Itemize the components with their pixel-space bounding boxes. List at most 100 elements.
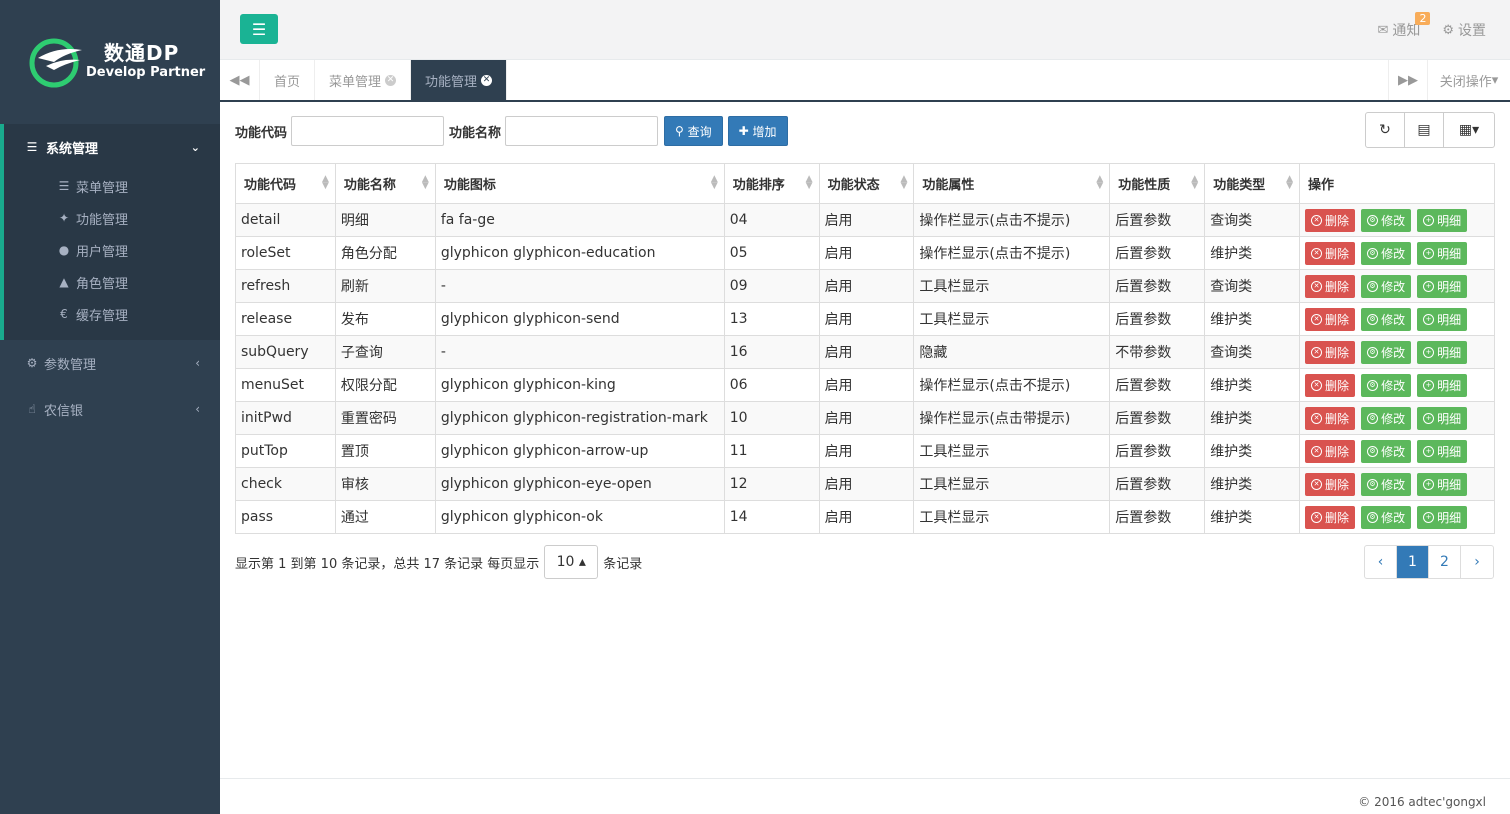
column-header[interactable]: 功能状态 ▲ ▼ (818, 163, 915, 204)
remove-circle-icon: ✕ (1311, 214, 1323, 226)
delete-button[interactable]: ✕ 删除 (1305, 208, 1356, 232)
table-header-row: 功能代码 ▲ ▼ 功能名称 ▲ ▼ 功能图标 ▲ ▼ 功能排序 ▲ ▼ 功能状态 ▲ ▼ 功能属性 ▲… (235, 163, 1495, 204)
nav-params-management[interactable]: ⚙ 参数管理 ‹ (0, 340, 220, 386)
refresh-button[interactable]: ↻ (1366, 113, 1405, 147)
table-cell: 12 (723, 467, 820, 501)
table-cell: fa fa-ge (434, 203, 725, 237)
table-row[interactable]: refresh 刷新 -09 启用 工具栏显示 后置参数 查询类 ✕ 删除 ⚙ 修改 + 明细 (235, 269, 1495, 303)
menu-toggle-button[interactable]: ☰ (240, 14, 278, 44)
delete-button[interactable]: ✕ 删除 (1305, 340, 1356, 364)
table-cell: 后置参数 (1109, 302, 1206, 336)
delete-button[interactable]: ✕ 删除 (1305, 505, 1356, 529)
delete-button[interactable]: ✕ 删除 (1305, 439, 1356, 463)
list-alt-icon: ▤ (1417, 122, 1431, 138)
table-cell: 05 (723, 236, 820, 270)
detail-button[interactable]: + 明细 (1417, 274, 1468, 298)
page-button-2[interactable]: 2 (1429, 546, 1461, 578)
column-header[interactable]: 功能名称 ▲ ▼ (334, 163, 436, 204)
table-cell: 09 (723, 269, 820, 303)
edit-button[interactable]: ⚙ 修改 (1361, 406, 1412, 430)
column-header[interactable]: 功能图标 ▲ ▼ (434, 163, 725, 204)
table-cell: menuSet (235, 368, 336, 402)
function-code-input[interactable] (291, 116, 445, 146)
column-header[interactable]: 功能类型 ▲ ▼ (1204, 163, 1301, 204)
tab-home[interactable]: 首页 (260, 60, 316, 100)
table-row[interactable]: pass 通过 glyphicon glyphicon-ok 14 启用 工具栏显示 后置参… (235, 500, 1495, 534)
page-prev-button[interactable]: ‹ (1365, 546, 1397, 578)
nav-nongxin[interactable]: ☝ 农信银 ‹ (0, 386, 220, 432)
close-operations-dropdown[interactable]: 关闭操作 ▾ (1428, 60, 1510, 100)
detail-button[interactable]: + 明细 (1417, 241, 1468, 265)
tabs-scroll-left-button[interactable]: ◀◀ (220, 60, 260, 100)
delete-button[interactable]: ✕ 删除 (1305, 241, 1356, 265)
tab-function-management[interactable]: 功能管理 ✕ (411, 60, 508, 100)
close-icon[interactable]: ✕ (385, 74, 397, 86)
delete-button[interactable]: ✕ 删除 (1305, 307, 1356, 331)
gear-icon: ⚙ (1367, 478, 1379, 490)
column-header[interactable]: 功能排序 ▲ ▼ (723, 163, 820, 204)
row-actions: ✕ 删除 ⚙ 修改 + 明细 (1299, 500, 1495, 534)
detail-button[interactable]: + 明细 (1417, 307, 1468, 331)
table-row[interactable]: menuSet 权限分配 glyphicon glyphicon-king 06 启用操… (235, 368, 1495, 402)
sidebar-item-role[interactable]: ▲ 角色管理 (4, 266, 220, 298)
toggle-view-button[interactable]: ▤ (1405, 113, 1444, 147)
edit-button[interactable]: ⚙ 修改 (1361, 241, 1412, 265)
settings-link[interactable]: ⚙ 设置 (1442, 20, 1486, 40)
table-cell: 审核 (334, 467, 436, 501)
edit-button[interactable]: ⚙ 修改 (1361, 307, 1412, 331)
detail-button[interactable]: + 明细 (1417, 208, 1468, 232)
table-row[interactable]: initPwd 重置密码 glyphicon glyphicon-registrat… (235, 401, 1495, 435)
table-cell: 权限分配 (334, 368, 436, 402)
sidebar-item-cache[interactable]: € 缓存管理 (4, 298, 220, 330)
tabs-bar: ◀◀ 首页 菜单管理 ✕ 功能管理 ✕ ▶▶ 关闭操作 ▾ (220, 60, 1510, 102)
columns-dropdown-button[interactable]: ▦▾ (1444, 113, 1494, 147)
table-row[interactable]: release 发布 glyphicon glyphicon-send 13 启用 工具栏… (235, 302, 1495, 336)
detail-button-label: 明细 (1437, 510, 1462, 525)
column-header[interactable]: 功能属性 ▲ ▼ (913, 163, 1111, 204)
delete-button[interactable]: ✕ 删除 (1305, 472, 1356, 496)
detail-button[interactable]: + 明细 (1417, 340, 1468, 364)
delete-button[interactable]: ✕ 删除 (1305, 406, 1356, 430)
detail-button[interactable]: + 明细 (1417, 406, 1468, 430)
edit-button[interactable]: ⚙ 修改 (1361, 208, 1412, 232)
edit-button[interactable]: ⚙ 修改 (1361, 439, 1412, 463)
nav-system-management[interactable]: ☰ 系统管理 ⌄ (4, 124, 220, 170)
column-header[interactable]: 功能代码 ▲ ▼ (235, 163, 336, 204)
page-button-1[interactable]: 1 (1397, 546, 1429, 578)
page-size-value: 10 (556, 554, 575, 570)
edit-button[interactable]: ⚙ 修改 (1361, 472, 1412, 496)
tab-menu-management[interactable]: 菜单管理 ✕ (315, 60, 412, 100)
detail-button[interactable]: + 明细 (1417, 373, 1468, 397)
edit-button[interactable]: ⚙ 修改 (1361, 340, 1412, 364)
detail-button[interactable]: + 明细 (1417, 439, 1468, 463)
edit-button-label: 修改 (1381, 510, 1406, 525)
sidebar-item-function[interactable]: ✦ 功能管理 (4, 202, 220, 234)
detail-button[interactable]: + 明细 (1417, 472, 1468, 496)
table-row[interactable]: detail 明细 fa fa-ge 04 启用 操作栏显示(点击不提示) 后置参数 查询类 ✕… (235, 203, 1495, 237)
delete-button[interactable]: ✕ 删除 (1305, 274, 1356, 298)
table-row[interactable]: check 审核 glyphicon glyphicon-eye-open 12 启用工… (235, 467, 1495, 501)
sidebar-item-label: 缓存管理 (76, 308, 129, 324)
logo[interactable]: 数通DP Develop Partner (0, 0, 220, 124)
table-row[interactable]: subQuery 子查询 -16 启用 隐藏 不带参数 查询类 ✕ 删除 ⚙ 修改 + 明细 (235, 335, 1495, 369)
edit-button[interactable]: ⚙ 修改 (1361, 274, 1412, 298)
query-button[interactable]: ⚲ 查询 (664, 116, 723, 146)
delete-button[interactable]: ✕ 删除 (1305, 373, 1356, 397)
tabs-scroll-right-button[interactable]: ▶▶ (1388, 60, 1428, 100)
edit-button[interactable]: ⚙ 修改 (1361, 373, 1412, 397)
table-row[interactable]: putTop 置顶 glyphicon glyphicon-arrow-up 11 启用… (235, 434, 1495, 468)
sidebar-item-user[interactable]: ● 用户管理 (4, 234, 220, 266)
sidebar-item-menu[interactable]: ☰ 菜单管理 (4, 170, 220, 202)
notify-link[interactable]: ✉ 通知 2 (1377, 12, 1431, 40)
function-name-input[interactable] (505, 116, 659, 146)
table-row[interactable]: roleSet 角色分配 glyphicon glyphicon-education… (235, 236, 1495, 270)
row-actions: ✕ 删除 ⚙ 修改 + 明细 (1299, 269, 1495, 303)
plus-circle-icon: + (1423, 214, 1435, 226)
page-next-button[interactable]: › (1461, 546, 1493, 578)
detail-button[interactable]: + 明细 (1417, 505, 1468, 529)
close-icon[interactable]: ✕ (481, 74, 493, 86)
column-header[interactable]: 功能性质 ▲ ▼ (1109, 163, 1206, 204)
add-button[interactable]: ✚ 增加 (727, 116, 788, 146)
page-size-dropdown[interactable]: 10 ▴ (544, 545, 599, 579)
edit-button[interactable]: ⚙ 修改 (1361, 505, 1412, 529)
